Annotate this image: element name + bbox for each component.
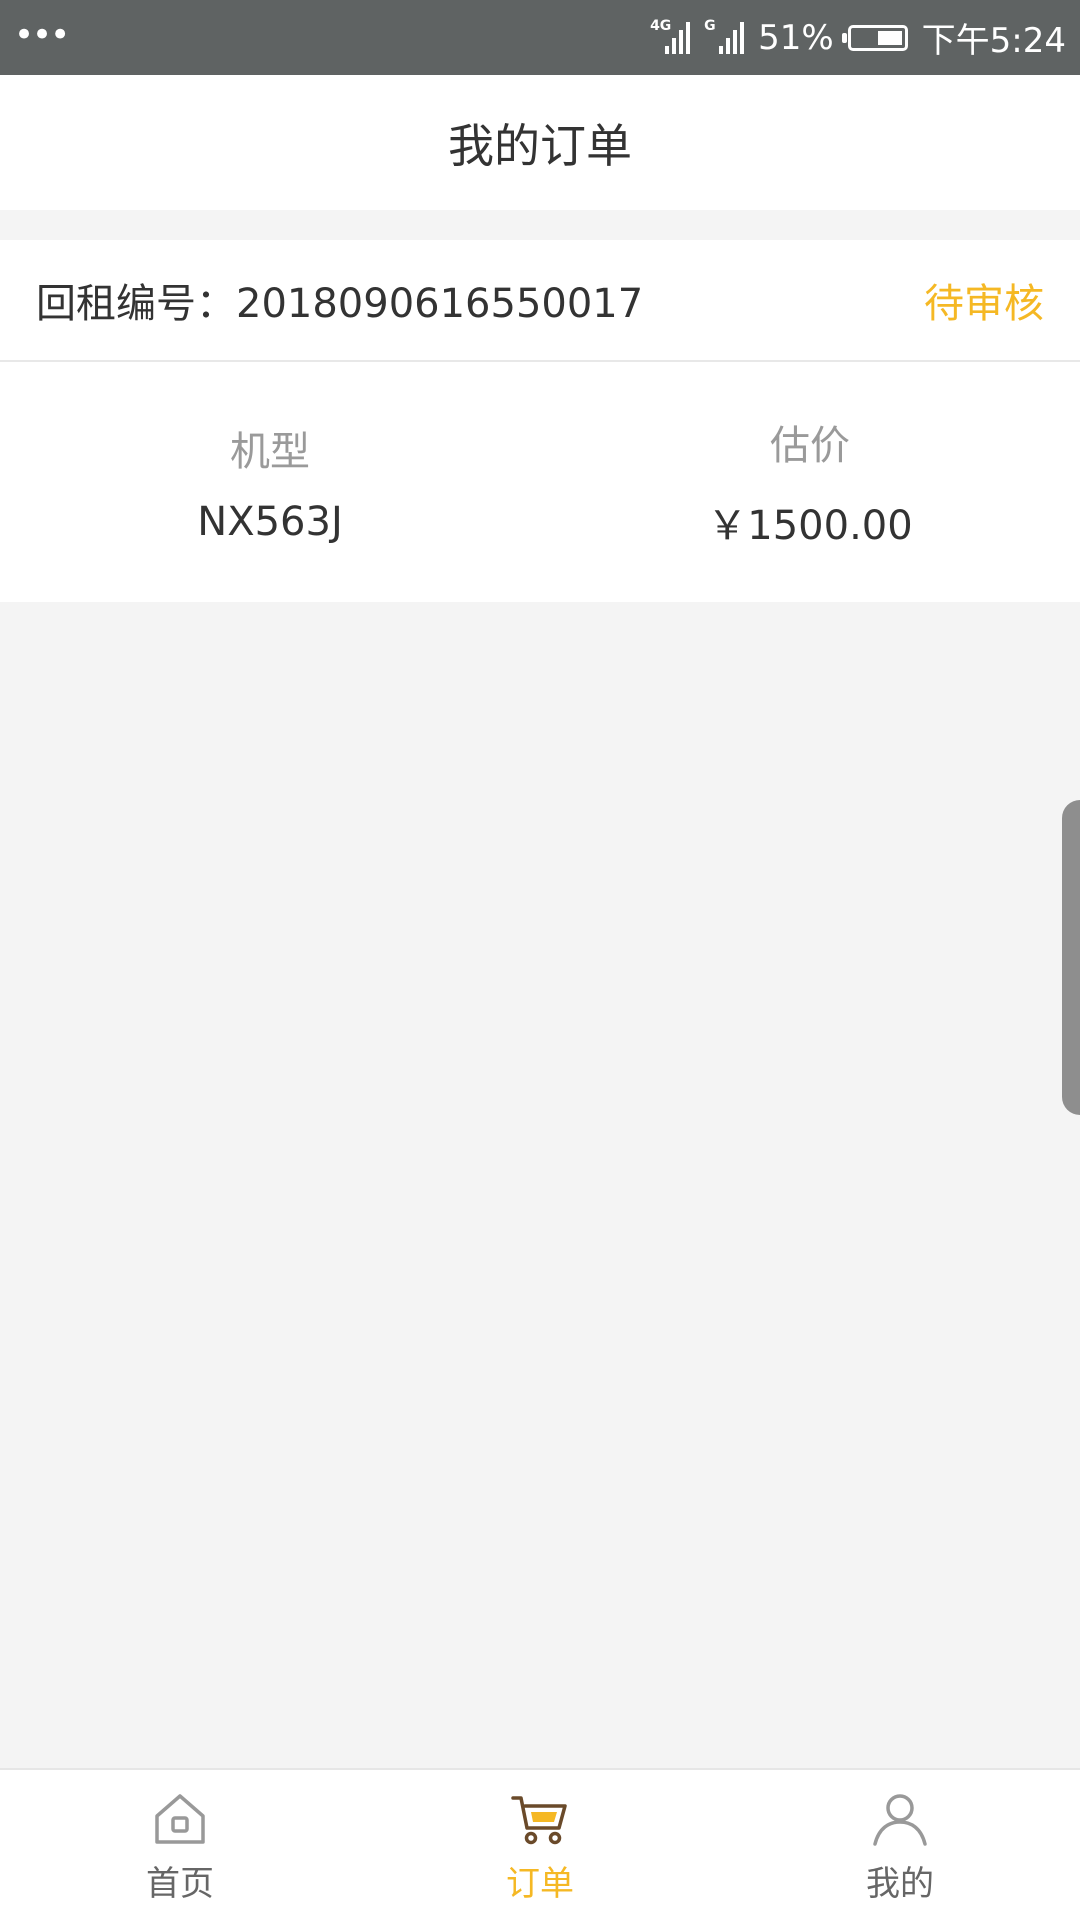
nav-item-mine[interactable]: 我的 — [720, 1770, 1080, 1922]
more-dots-icon: ••• — [14, 15, 70, 55]
price-column: 估价 ￥1500.00 — [540, 362, 1080, 602]
price-value: ￥1500.00 — [707, 503, 913, 549]
model-column: 机型 NX563J — [0, 362, 540, 602]
nav-item-home[interactable]: 首页 — [0, 1770, 360, 1922]
signal-4g-icon: 4G — [650, 18, 691, 58]
order-number-value: 2018090616550017 — [236, 281, 644, 327]
edge-swipe-handle[interactable] — [1062, 800, 1080, 1115]
model-label: 机型 — [230, 429, 310, 475]
price-label: 估价 — [770, 423, 850, 469]
order-number-label: 回租编号： — [36, 281, 236, 327]
status-bar: ••• 4G G 51% 下午5:24 — [0, 0, 1080, 75]
cart-icon — [511, 1795, 567, 1844]
bottom-nav: 首页 订单 我的 — [0, 1768, 1080, 1922]
clock: 下午5:24 — [921, 21, 1066, 61]
order-number: 回租编号：2018090616550017 — [36, 271, 643, 329]
title-bar: 我的订单 — [0, 75, 1080, 210]
battery-fill — [877, 30, 902, 45]
home-icon — [155, 1793, 205, 1844]
signal-g-icon: G — [704, 18, 745, 58]
page-title: 我的订单 — [448, 118, 632, 173]
nav-label-mine: 我的 — [866, 1863, 934, 1904]
battery-icon — [841, 24, 908, 51]
order-status-badge: 待审核 — [924, 281, 1044, 327]
order-details: 机型 NX563J 估价 ￥1500.00 — [0, 362, 1080, 602]
order-card[interactable]: 回租编号：2018090616550017 待审核 机型 NX563J 估价 ￥… — [0, 240, 1080, 602]
user-icon — [873, 1793, 927, 1846]
nav-label-home: 首页 — [146, 1863, 214, 1904]
nav-label-orders: 订单 — [506, 1863, 574, 1904]
nav-item-orders[interactable]: 订单 — [360, 1770, 720, 1922]
model-value: NX563J — [197, 499, 343, 545]
battery-percent: 51% — [758, 17, 834, 58]
order-header: 回租编号：2018090616550017 待审核 — [0, 240, 1080, 362]
